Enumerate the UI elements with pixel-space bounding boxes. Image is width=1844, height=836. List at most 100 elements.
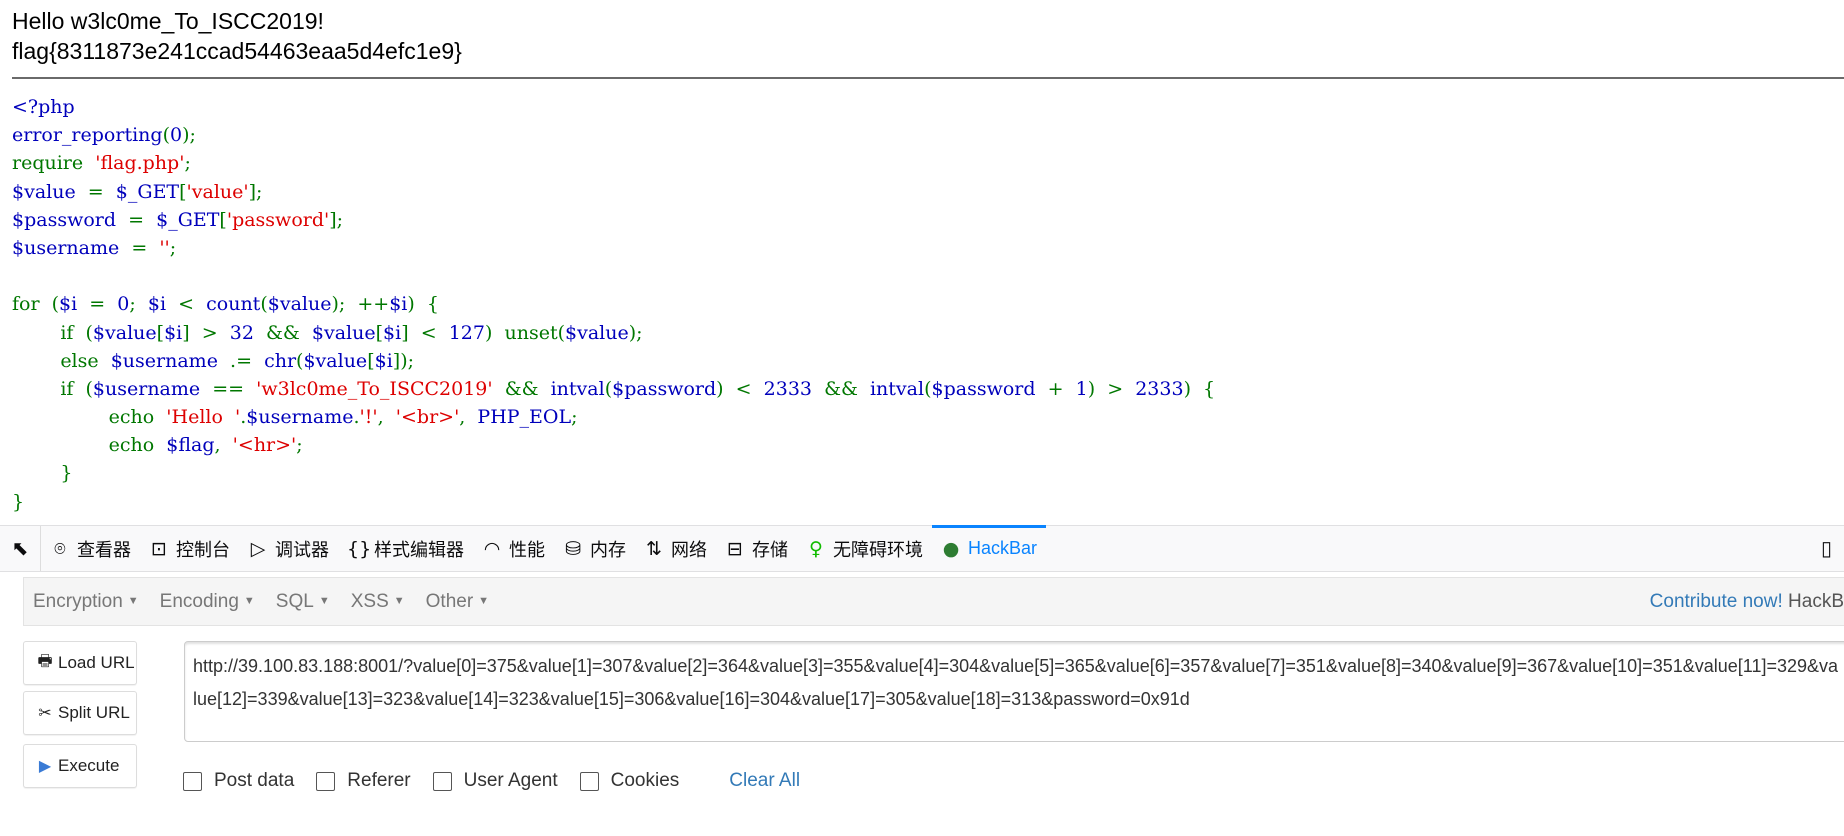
- code-token: for (: [12, 293, 60, 316]
- code-token: [: [367, 349, 375, 372]
- referer-checkbox[interactable]: Referer: [316, 770, 411, 792]
- tab-label: 查看器: [77, 539, 131, 560]
- tab-console[interactable]: ⊡ 控制台: [140, 526, 239, 571]
- cookies-checkbox[interactable]: Cookies: [579, 770, 679, 792]
- memory-icon: ⛁: [565, 537, 581, 560]
- menu-label: Encryption: [33, 590, 123, 612]
- menu-label: XSS: [350, 590, 389, 612]
- load-url-button[interactable]: 🖶 Load URL: [23, 641, 137, 685]
- code-token: [: [375, 321, 384, 344]
- code-token: count: [206, 293, 261, 316]
- code-token: $i: [389, 293, 408, 316]
- code-token: 'Hello ': [166, 406, 241, 429]
- post-data-checkbox[interactable]: Post data: [183, 770, 294, 792]
- contribute-link[interactable]: Contribute now! HackB: [1650, 591, 1844, 613]
- clear-all-link[interactable]: Clear All: [729, 770, 800, 792]
- checkbox[interactable]: [183, 771, 202, 791]
- code-token: );: [182, 124, 196, 147]
- dock-toggle-icon[interactable]: ▯: [1821, 536, 1832, 561]
- code-token: =: [89, 293, 118, 316]
- tab-hackbar[interactable]: ● HackBar: [932, 525, 1047, 571]
- menu-encoding[interactable]: Encoding ▼: [151, 591, 267, 613]
- code-token: (: [604, 377, 613, 400]
- checkbox[interactable]: [579, 771, 599, 791]
- button-label: Load URL: [58, 653, 135, 672]
- tab-label: 样式编辑器: [374, 539, 464, 560]
- tab-network[interactable]: ⇅ 网络: [635, 526, 716, 571]
- code-token: $value: [267, 293, 332, 316]
- tab-accessibility[interactable]: ♀ 无障碍环境: [797, 526, 932, 571]
- code-token: 'flag.php': [95, 152, 185, 175]
- tab-label: 调试器: [275, 539, 329, 560]
- hackbar-brand: HackB: [1788, 590, 1844, 612]
- php-source-code: <?php error_reporting(0); require 'flag.ph…: [12, 93, 1215, 516]
- devtools-tabs: ⌾ 查看器 ⊡ 控制台 ▷ 调试器 {} 样式编辑器 ◠ 性能 ⛁ 内存 ⇅ 网络 ⊟ 存储 ♀ 无障碍环境 ● Ha…: [41, 525, 1047, 571]
- network-icon: ⇅: [646, 537, 662, 560]
- code-token: $password: [612, 377, 717, 400]
- tab-performance[interactable]: ◠ 性能: [473, 526, 554, 571]
- code-token: require: [12, 152, 96, 175]
- code-token: $password: [931, 377, 1048, 400]
- tab-storage[interactable]: ⊟ 存储: [716, 526, 797, 571]
- code-token: 'password': [226, 208, 330, 231]
- caret-down-icon: ▼: [318, 595, 330, 608]
- caret-down-icon: ▼: [393, 595, 405, 608]
- code-token: $value: [311, 321, 376, 344]
- code-line: require 'flag.php';: [12, 149, 1215, 177]
- tab-label: 网络: [671, 539, 707, 560]
- menu-other[interactable]: Other ▼: [417, 591, 501, 613]
- code-token: $username: [246, 406, 354, 429]
- code-line: else $username .= chr($value[$i]);: [12, 347, 1215, 375]
- code-token: ,: [377, 406, 396, 429]
- code-token: ]);: [392, 349, 415, 372]
- tab-label: 控制台: [176, 539, 230, 560]
- code-token: intval: [550, 377, 605, 400]
- code-line: echo 'Hello '.$username.'!', '<br>', PHP…: [12, 403, 1215, 431]
- code-token: <?php: [12, 96, 75, 118]
- code-token: .=: [230, 349, 265, 372]
- code-token: $i: [59, 293, 90, 316]
- code-token: ];: [248, 180, 263, 203]
- tab-debugger[interactable]: ▷ 调试器: [239, 526, 338, 571]
- code-token: );: [628, 321, 643, 344]
- checkbox[interactable]: [316, 771, 336, 791]
- code-token: ); ++: [331, 293, 390, 316]
- contribute-label: Contribute now!: [1649, 590, 1783, 612]
- code-token: if (: [12, 321, 93, 344]
- menu-encryption[interactable]: Encryption ▼: [24, 591, 151, 613]
- user-agent-checkbox[interactable]: User Agent: [432, 770, 558, 792]
- code-token: ;: [571, 406, 578, 429]
- split-url-button[interactable]: ✂ Split URL: [23, 691, 137, 735]
- checkbox[interactable]: [432, 771, 452, 791]
- code-line: if ($value[$i] > 32 && $value[$i] < 127)…: [12, 319, 1215, 347]
- code-token: 1: [1075, 377, 1088, 400]
- code-token: =: [131, 236, 160, 259]
- tab-label: 存储: [752, 539, 788, 560]
- code-token: $username: [92, 377, 213, 400]
- url-textarea[interactable]: http://39.100.83.188:8001/?value[0]=375&…: [184, 641, 1844, 742]
- code-token: chr: [264, 349, 297, 372]
- code-token: '': [159, 236, 170, 259]
- menu-xss[interactable]: XSS ▼: [342, 591, 417, 613]
- greeting-output: Hello w3lc0me_To_ISCC2019!: [12, 8, 324, 34]
- play-icon: ▶: [38, 758, 52, 775]
- code-token: }: [12, 490, 25, 513]
- execute-button[interactable]: ▶ Execute: [23, 744, 137, 788]
- tab-inspector[interactable]: ⌾ 查看器: [41, 526, 140, 571]
- tab-label: 无障碍环境: [833, 539, 923, 560]
- devtools-toolbar: ⬉ ⌾ 查看器 ⊡ 控制台 ▷ 调试器 {} 样式编辑器 ◠ 性能 ⛁ 内存 ⇅ 网络 ⊟ 存储 ♀ 无障碍环境 ●…: [0, 525, 1844, 572]
- code-token: (: [162, 124, 170, 147]
- code-token: ) >: [1087, 377, 1136, 400]
- tab-memory[interactable]: ⛁ 内存: [554, 526, 635, 571]
- button-label: Execute: [58, 756, 120, 775]
- code-token: 0: [169, 124, 183, 147]
- code-token: ;: [184, 152, 191, 175]
- code-token: &&: [504, 377, 551, 400]
- code-line: }: [12, 488, 1215, 516]
- code-token: if (: [12, 377, 93, 400]
- tab-style-editor[interactable]: {} 样式编辑器: [338, 526, 473, 571]
- code-token: ) {: [407, 293, 439, 316]
- menu-sql[interactable]: SQL ▼: [267, 591, 342, 613]
- element-picker-icon[interactable]: ⬉: [0, 526, 41, 571]
